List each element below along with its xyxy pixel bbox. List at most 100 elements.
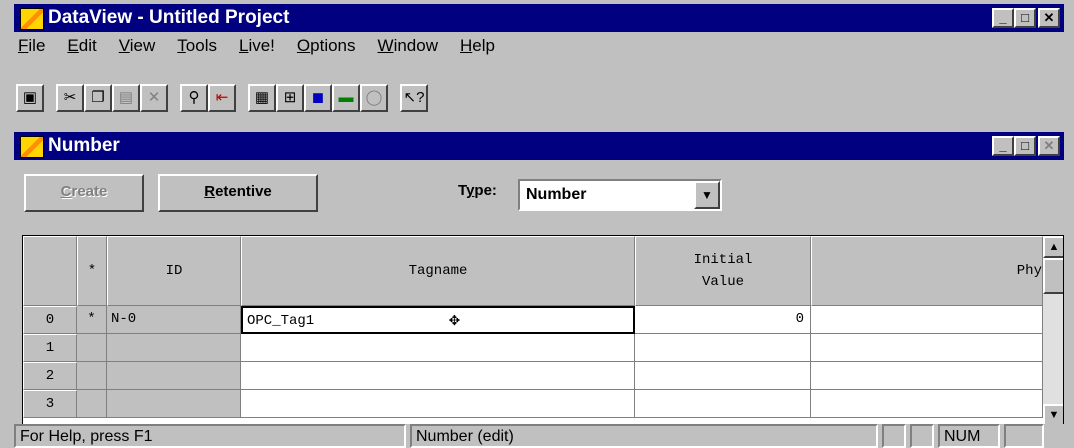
create-button[interactable]: Create xyxy=(24,174,144,212)
phy-header-text: Phy xyxy=(1016,263,1042,279)
menu-label: ive! xyxy=(248,36,275,55)
menu-item-live[interactable]: Live! xyxy=(239,36,275,55)
hierarchy-icon: ⊞ xyxy=(283,89,297,106)
paste-button[interactable]: ▤ xyxy=(112,84,140,112)
initial-value-cell[interactable] xyxy=(635,334,811,362)
status-help: For Help, press F1 xyxy=(14,424,406,448)
menu-item-edit[interactable]: Edit xyxy=(67,36,96,55)
paste-icon: ▤ xyxy=(118,89,134,106)
tagname-cell-text: OPC_Tag1 xyxy=(247,313,315,329)
menu-item-options[interactable]: Options xyxy=(297,36,356,55)
grid-header-marker[interactable]: * xyxy=(77,236,107,306)
copy-icon: ❐ xyxy=(91,89,105,106)
row-header[interactable]: 0 xyxy=(23,306,77,334)
scroll-down-icon: ▼ xyxy=(1048,409,1060,421)
row-header-text: 3 xyxy=(45,396,55,412)
menu-label: indow xyxy=(393,36,438,55)
vertical-scrollbar[interactable]: ▲ ▼ xyxy=(1043,236,1063,424)
tagname-cell[interactable] xyxy=(241,334,635,362)
grid-header-tagname[interactable]: Tagname xyxy=(241,236,635,306)
menu-accel: E xyxy=(67,36,79,55)
retentive-label: etentive xyxy=(215,183,272,200)
menu-label: ools xyxy=(185,36,217,55)
child-title: Number xyxy=(48,135,120,156)
move-cursor-icon: ✥ xyxy=(449,311,460,331)
child-close-button[interactable]: ✕ xyxy=(1038,136,1060,156)
menu-accel: W xyxy=(377,36,394,55)
menu-accel: H xyxy=(459,36,473,55)
row-header[interactable]: 1 xyxy=(23,334,77,362)
search-button[interactable]: ◯ xyxy=(360,84,388,112)
scroll-up-icon: ▲ xyxy=(1048,241,1060,253)
row-header[interactable]: 3 xyxy=(23,390,77,418)
save-button[interactable]: ▣ xyxy=(16,84,44,112)
child-maximize-button[interactable]: □ xyxy=(1014,136,1036,156)
menu-accel: V xyxy=(118,36,130,55)
app-title: DataView - Untitled Project xyxy=(48,7,290,28)
menu-item-tools[interactable]: Tools xyxy=(177,36,217,55)
row-marker-cell[interactable] xyxy=(77,390,107,418)
row-header-text: 1 xyxy=(45,340,55,356)
initial-header-line1: Initial xyxy=(693,252,753,268)
id-cell[interactable] xyxy=(107,334,241,362)
row-marker-cell[interactable]: * xyxy=(77,306,107,334)
tag-button[interactable]: ▬ xyxy=(332,84,360,112)
grid-header-phy[interactable]: Phy xyxy=(811,236,1043,306)
grid-corner[interactable] xyxy=(23,236,77,306)
menu-bar: File Edit View Tools Live! Options Window Help xyxy=(18,36,1058,62)
type-label-post: pe: xyxy=(474,182,497,199)
find-button[interactable]: ⚲ xyxy=(180,84,208,112)
delete-button[interactable]: ✕ xyxy=(140,84,168,112)
row-marker-cell[interactable] xyxy=(77,362,107,390)
grid-header-initial-value[interactable]: Initial Value xyxy=(635,236,811,306)
number-window-icon[interactable] xyxy=(20,136,44,158)
menu-item-help[interactable]: Help xyxy=(460,36,495,55)
child-minimize-button[interactable]: _ xyxy=(992,136,1014,156)
tagname-cell[interactable] xyxy=(241,362,635,390)
menu-accel: F xyxy=(18,36,29,55)
menu-item-window[interactable]: Window xyxy=(378,36,438,55)
phy-cell[interactable] xyxy=(811,362,1043,390)
retentive-button[interactable]: Retentive xyxy=(158,174,318,212)
phy-cell[interactable] xyxy=(811,334,1043,362)
id-cell[interactable] xyxy=(107,362,241,390)
scroll-down-button[interactable]: ▼ xyxy=(1043,404,1063,424)
scroll-thumb[interactable] xyxy=(1043,258,1063,294)
window-button[interactable]: ▦ xyxy=(248,84,276,112)
phy-cell[interactable] xyxy=(811,306,1043,334)
type-select[interactable]: Number ▼ xyxy=(518,179,722,211)
initial-value-cell[interactable] xyxy=(635,362,811,390)
dataview-app-icon[interactable] xyxy=(20,8,44,30)
menu-item-view[interactable]: View xyxy=(119,36,156,55)
row-header-text: 0 xyxy=(45,312,55,328)
type-dropdown-button[interactable]: ▼ xyxy=(694,181,720,209)
copy-button[interactable]: ❐ xyxy=(84,84,112,112)
minimize-button[interactable]: _ xyxy=(992,8,1014,28)
initial-header-line2: Value xyxy=(701,274,744,290)
cut-button[interactable]: ✂ xyxy=(56,84,84,112)
id-cell[interactable]: N-0 xyxy=(107,306,241,334)
menu-label: ptions xyxy=(310,36,356,55)
id-cell[interactable] xyxy=(107,390,241,418)
tagname-cell[interactable] xyxy=(241,390,635,418)
row-header[interactable]: 2 xyxy=(23,362,77,390)
menu-accel: T xyxy=(177,36,186,55)
type-label-pre: T xyxy=(458,182,467,199)
hierarchy-button[interactable]: ⊞ xyxy=(276,84,304,112)
status-blank-1 xyxy=(882,424,906,448)
help-pointer-button[interactable]: ↖? xyxy=(400,84,428,112)
grid-header-id[interactable]: ID xyxy=(107,236,241,306)
tagname-cell[interactable]: OPC_Tag1 ✥ xyxy=(241,306,635,334)
scroll-up-button[interactable]: ▲ xyxy=(1043,236,1063,258)
initial-value-cell[interactable] xyxy=(635,390,811,418)
initial-value-cell[interactable]: 0 xyxy=(635,306,811,334)
replace-button[interactable]: ⇤ xyxy=(208,84,236,112)
maximize-button[interactable]: □ xyxy=(1014,8,1036,28)
menu-item-file[interactable]: File xyxy=(18,36,45,55)
phy-cell[interactable] xyxy=(811,390,1043,418)
child-title-bar: Number _ □ ✕ xyxy=(14,132,1064,160)
close-button[interactable]: ✕ xyxy=(1038,8,1060,28)
row-marker-cell[interactable] xyxy=(77,334,107,362)
objects-button[interactable]: ◼ xyxy=(304,84,332,112)
data-grid: * ID Tagname Initial Value Phy 0 * N-0 OPC_… xyxy=(22,235,1064,425)
